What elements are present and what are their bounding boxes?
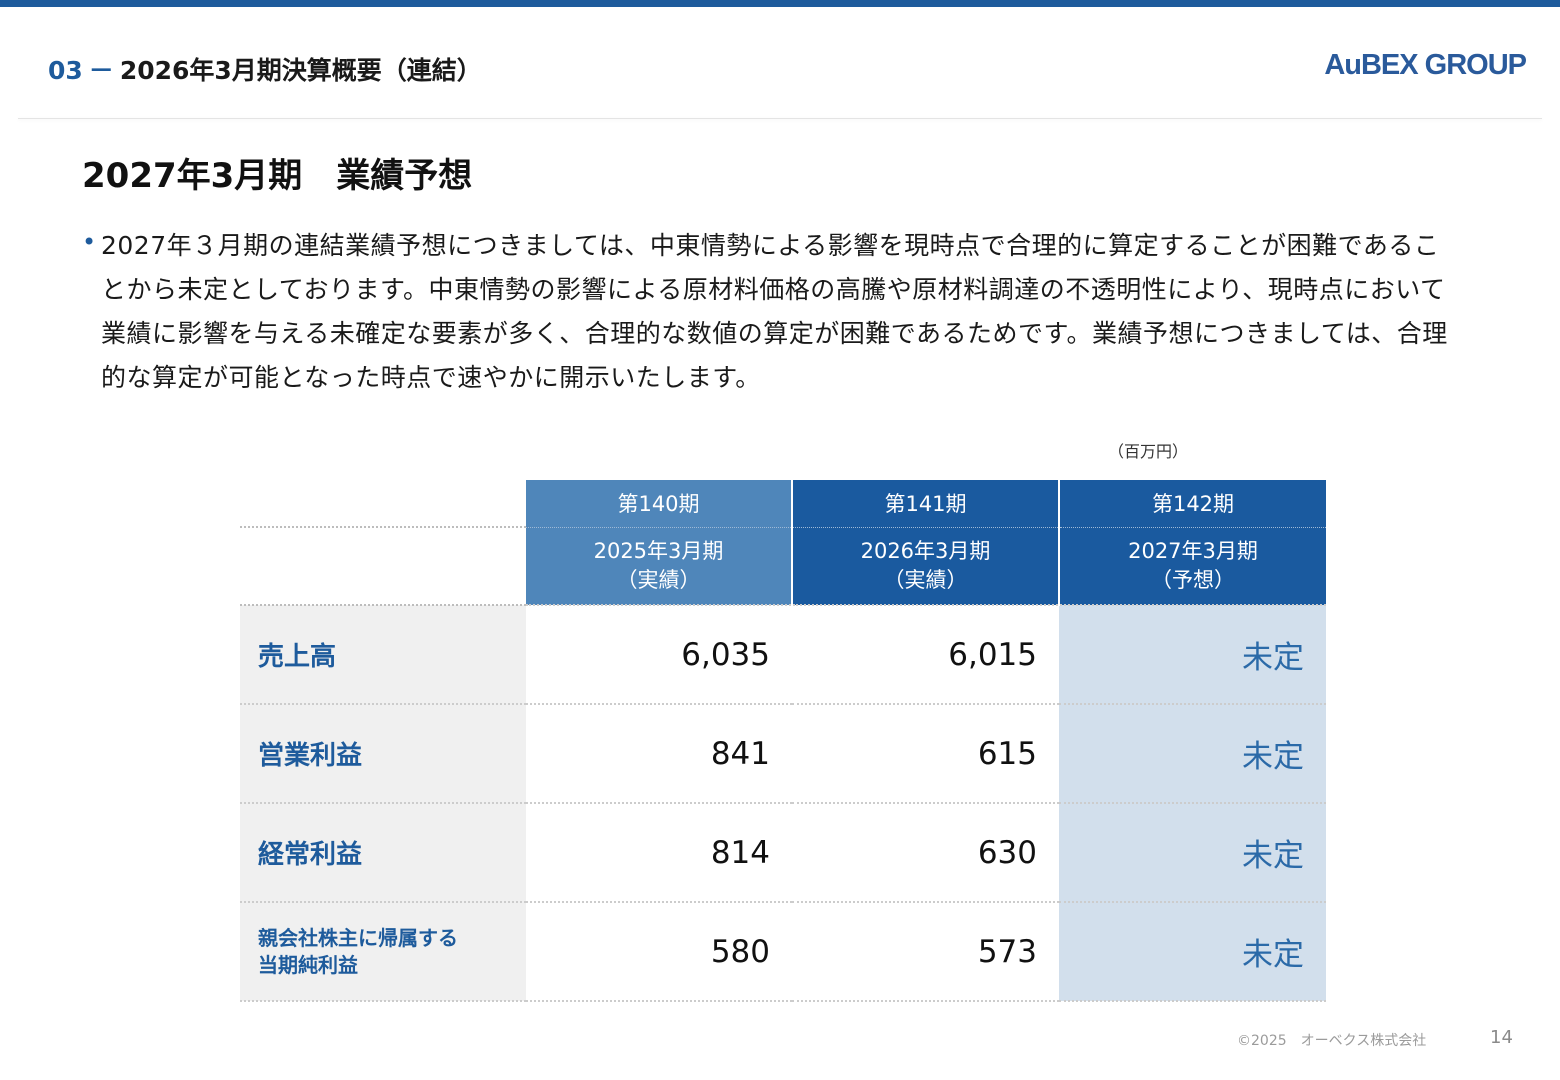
header-fiscal-2026-kind: （実績） [883, 567, 968, 592]
table-header-row-fiscal: 2025年3月期 （実績） 2026年3月期 （実績） 2027年3月期 （予想… [240, 527, 1326, 606]
forecast-table: 第140期 第141期 第142期 2025年3月期 （実績） 2026年3月期… [240, 480, 1326, 1002]
section-number: 03 [48, 56, 83, 85]
table-header-row-terms: 第140期 第141期 第142期 [240, 480, 1326, 528]
page-header: 03 － 2026年3月期決算概要（連結） AuBEX GROUP [0, 7, 1560, 119]
row-label-net-sales: 売上高 [240, 604, 526, 705]
section-title: 2026年3月期決算概要（連結） [119, 56, 482, 85]
table-corner-cell [240, 480, 526, 528]
bullet-dot-icon: • [82, 228, 97, 256]
cell-operating-profit-2027: 未定 [1059, 704, 1326, 804]
header-fiscal-2025-kind: （実績） [616, 567, 701, 592]
company-logo: AuBEX GROUP [1324, 49, 1527, 81]
bullet-paragraph: • 2027年３月期の連結業績予想につきましては、中東情勢による影響を現時点で合… [82, 224, 1462, 400]
cell-net-sales-2025: 6,035 [526, 604, 792, 705]
footer-copyright: ©2025 オーベクス株式会社 [1237, 1033, 1427, 1049]
bullet-text: 2027年３月期の連結業績予想につきましては、中東情勢による影響を現時点で合理的… [101, 231, 1448, 392]
header-fiscal-2025-year: 2025年3月期 [593, 538, 724, 563]
header-fiscal-2025: 2025年3月期 （実績） [526, 527, 793, 605]
page-number: 14 [1490, 1027, 1513, 1048]
table-row-net-income: 親会社株主に帰属する 当期純利益 580 573 未定 [240, 902, 1326, 1002]
row-label-net-income-line2: 当期純利益 [258, 952, 358, 977]
row-label-ordinary-profit: 経常利益 [240, 803, 526, 903]
section-dash: － [88, 56, 114, 85]
row-label-net-income-line1: 親会社株主に帰属する [258, 925, 458, 950]
header-divider [18, 118, 1542, 119]
header-term-142: 第142期 [1059, 480, 1326, 528]
header-term-140: 第140期 [526, 480, 793, 528]
cell-net-sales-2026: 6,015 [792, 604, 1059, 705]
header-fiscal-2026-year: 2026年3月期 [860, 538, 991, 563]
section-label: 03 － 2026年3月期決算概要（連結） [48, 51, 482, 87]
header-fiscal-2027-year: 2027年3月期 [1128, 538, 1258, 563]
cell-net-income-2027: 未定 [1059, 902, 1326, 1002]
table-row-operating-profit: 営業利益 841 615 未定 [240, 704, 1326, 804]
row-label-operating-profit: 営業利益 [240, 704, 526, 804]
top-accent-bar [0, 0, 1560, 7]
header-fiscal-2027: 2027年3月期 （予想） [1059, 527, 1326, 605]
table-row-ordinary-profit: 経常利益 814 630 未定 [240, 803, 1326, 903]
cell-ordinary-profit-2026: 630 [792, 803, 1059, 903]
cell-operating-profit-2025: 841 [526, 704, 792, 804]
table-corner-cell-lower [240, 527, 526, 606]
header-fiscal-2026: 2026年3月期 （実績） [792, 527, 1060, 605]
header-fiscal-2027-kind: （予想） [1151, 567, 1235, 592]
unit-label: （百万円） [1108, 442, 1189, 461]
cell-ordinary-profit-2025: 814 [526, 803, 792, 903]
cell-net-income-2025: 580 [526, 902, 792, 1002]
cell-ordinary-profit-2027: 未定 [1059, 803, 1326, 903]
row-label-net-income: 親会社株主に帰属する 当期純利益 [240, 902, 526, 1002]
cell-net-income-2026: 573 [792, 902, 1059, 1002]
table-row-net-sales: 売上高 6,035 6,015 未定 [240, 604, 1326, 705]
cell-operating-profit-2026: 615 [792, 704, 1059, 804]
cell-net-sales-2027: 未定 [1059, 604, 1326, 705]
header-term-141: 第141期 [792, 480, 1060, 528]
page-title: 2027年3月期 業績予想 [82, 156, 473, 196]
